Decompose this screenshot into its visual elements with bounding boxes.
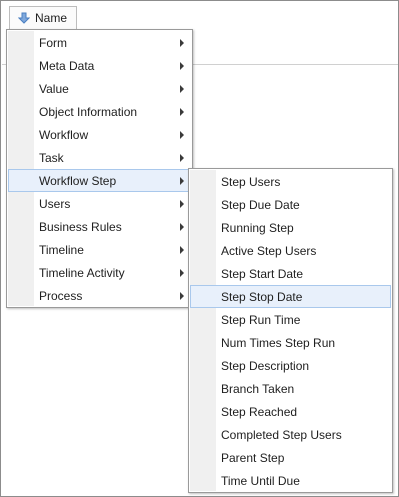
submenu-arrow-icon [180, 200, 184, 208]
menu-item-label: Process [39, 288, 83, 303]
submenu-item-running-step[interactable]: Running Step [190, 216, 391, 239]
submenu-arrow-icon [180, 154, 184, 162]
menu-item-label: Branch Taken [221, 381, 295, 396]
submenu-arrow-icon [180, 246, 184, 254]
menu-item-label: Active Step Users [221, 243, 317, 258]
menu-item-label: Step Due Date [221, 197, 300, 212]
submenu-item-completed-step-users[interactable]: Completed Step Users [190, 423, 391, 446]
submenu-item-active-step-users[interactable]: Active Step Users [190, 239, 391, 262]
menu-item-workflow[interactable]: Workflow [8, 123, 191, 146]
menu-item-label: Object Information [39, 104, 138, 119]
column-header-label: Name [35, 11, 68, 25]
menu-item-label: Users [39, 196, 71, 211]
submenu-arrow-icon [180, 269, 184, 277]
menu-item-label: Completed Step Users [221, 427, 342, 442]
menu-item-label: Step Stop Date [221, 289, 303, 304]
submenu-item-step-due-date[interactable]: Step Due Date [190, 193, 391, 216]
menu-item-label: Workflow [39, 127, 89, 142]
menu-item-meta-data[interactable]: Meta Data [8, 54, 191, 77]
menu-item-object-information[interactable]: Object Information [8, 100, 191, 123]
menu-item-label: Value [39, 81, 69, 96]
menu-item-value[interactable]: Value [8, 77, 191, 100]
menu-item-users[interactable]: Users [8, 192, 191, 215]
menu-item-label: Time Until Due [221, 473, 300, 488]
menu-item-label: Task [39, 150, 64, 165]
name-column-header-button[interactable]: Name [9, 6, 77, 29]
menu-item-form[interactable]: Form [8, 31, 191, 54]
submenu-item-time-until-due[interactable]: Time Until Due [190, 469, 391, 492]
context-menu: Form Meta Data Value Object Information … [6, 29, 193, 308]
menu-item-label: Step Description [221, 358, 310, 373]
menu-item-label: Timeline Activity [39, 265, 125, 280]
menu-item-label: Timeline [39, 242, 84, 257]
menu-item-business-rules[interactable]: Business Rules [8, 215, 191, 238]
menu-item-timeline-activity[interactable]: Timeline Activity [8, 261, 191, 284]
menu-item-label: Business Rules [39, 219, 122, 234]
menu-item-label: Workflow Step [39, 173, 117, 188]
submenu-item-step-users[interactable]: Step Users [190, 170, 391, 193]
submenu-arrow-icon [180, 292, 184, 300]
menu-item-label: Step Reached [221, 404, 298, 419]
menu-item-label: Step Start Date [221, 266, 304, 281]
submenu-arrow-icon [180, 177, 184, 185]
submenu-item-parent-step[interactable]: Parent Step [190, 446, 391, 469]
menu-item-timeline[interactable]: Timeline [8, 238, 191, 261]
menu-item-label: Running Step [221, 220, 294, 235]
menu-item-label: Step Run Time [221, 312, 301, 327]
submenu-arrow-icon [180, 85, 184, 93]
submenu-item-step-run-time[interactable]: Step Run Time [190, 308, 391, 331]
submenu-item-num-times-step-run[interactable]: Num Times Step Run [190, 331, 391, 354]
submenu-item-step-start-date[interactable]: Step Start Date [190, 262, 391, 285]
menu-item-label: Meta Data [39, 58, 95, 73]
menu-item-label: Form [39, 35, 67, 50]
submenu-item-step-description[interactable]: Step Description [190, 354, 391, 377]
menu-item-workflow-step[interactable]: Workflow Step [8, 169, 191, 192]
menu-item-label: Num Times Step Run [221, 335, 336, 350]
submenu-arrow-icon [180, 223, 184, 231]
down-arrow-icon [17, 12, 31, 24]
submenu-item-step-stop-date[interactable]: Step Stop Date [190, 285, 391, 308]
submenu-item-step-reached[interactable]: Step Reached [190, 400, 391, 423]
submenu-arrow-icon [180, 108, 184, 116]
submenu-arrow-icon [180, 131, 184, 139]
menu-item-task[interactable]: Task [8, 146, 191, 169]
menu-item-label: Parent Step [221, 450, 285, 465]
submenu-arrow-icon [180, 39, 184, 47]
menu-item-process[interactable]: Process [8, 284, 191, 307]
menu-item-label: Step Users [221, 174, 281, 189]
workflow-step-submenu: Step Users Step Due Date Running Step Ac… [188, 168, 393, 493]
submenu-arrow-icon [180, 62, 184, 70]
submenu-item-branch-taken[interactable]: Branch Taken [190, 377, 391, 400]
